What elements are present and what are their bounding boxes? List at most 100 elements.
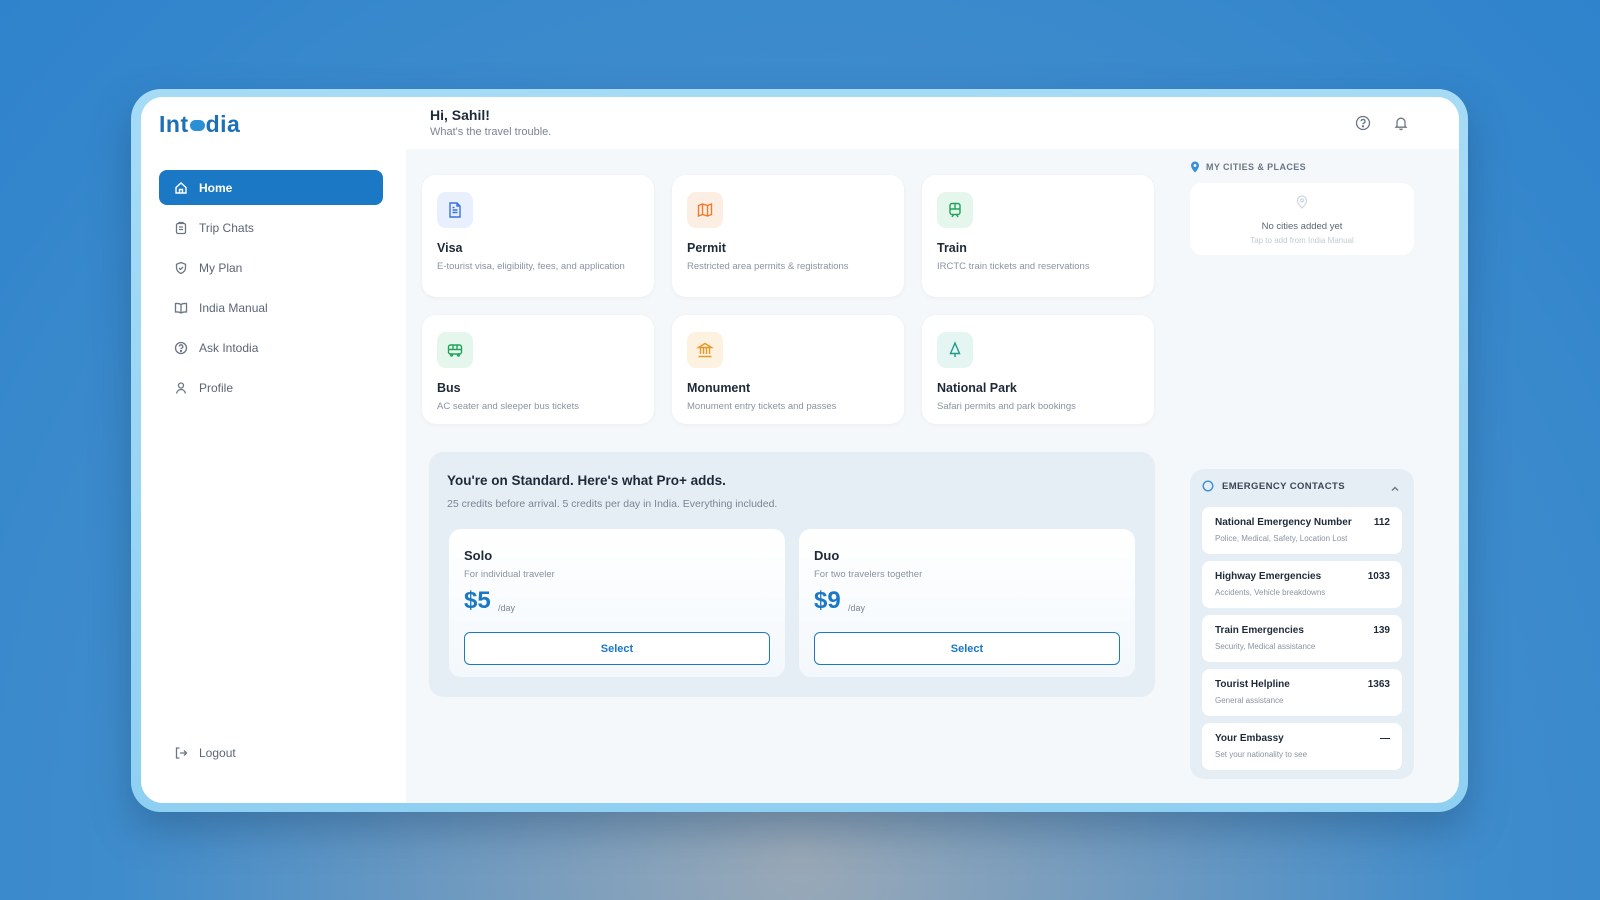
service-card-permit[interactable]: Permit Restricted area permits & registr…: [672, 175, 904, 297]
sidebar-nav: Home Trip Chats My Plan India Manual Ask…: [159, 170, 383, 410]
contact-number: 1033: [1367, 571, 1390, 582]
logo-text-left: Int: [159, 111, 189, 137]
contact-name: Your Embassy: [1215, 733, 1284, 744]
select-solo-button[interactable]: Select: [464, 632, 770, 665]
service-desc: E-tourist visa, eligibility, fees, and a…: [437, 261, 625, 272]
map-icon: [687, 192, 723, 228]
contact-desc: Set your nationality to see: [1215, 750, 1308, 759]
contact-number: 139: [1373, 625, 1390, 636]
sidebar-item-home[interactable]: Home: [159, 170, 383, 205]
cities-empty-hint: Tap to add from India Manual: [1250, 236, 1354, 245]
pro-title: You're on Standard. Here's what Pro+ add…: [447, 473, 726, 488]
plan-per: /day: [498, 603, 516, 613]
logout-label: Logout: [199, 746, 236, 760]
service-card-national-park[interactable]: National Park Safari permits and park bo…: [922, 315, 1154, 424]
contact-train-emergencies[interactable]: Train Emergencies 139 Security, Medical …: [1202, 615, 1402, 662]
home-icon: [173, 180, 189, 196]
question-icon: [173, 340, 189, 356]
logo-text-right: dia: [205, 111, 241, 137]
plan-name: Duo: [814, 548, 840, 563]
contact-number: 1363: [1367, 679, 1390, 690]
contact-your-embassy[interactable]: Your Embassy — Set your nationality to s…: [1202, 723, 1402, 770]
app-window: Int dia Home Trip Chats My Plan India Ma…: [141, 97, 1459, 803]
contact-desc: Police, Medical, Safety, Location Lost: [1215, 534, 1348, 543]
select-duo-button[interactable]: Select: [814, 632, 1120, 665]
top-header: Hi, Sahil! What's the travel trouble.: [406, 97, 1459, 149]
contact-highway-emergencies[interactable]: Highway Emergencies 1033 Accidents, Vehi…: [1202, 561, 1402, 608]
emergency-heading[interactable]: EMERGENCY CONTACTS: [1202, 480, 1345, 492]
service-title: Train: [937, 241, 967, 255]
cities-heading: MY CITIES & PLACES: [1190, 161, 1306, 173]
sidebar-item-trip-chats[interactable]: Trip Chats: [159, 210, 383, 245]
logout-icon: [173, 745, 189, 761]
contact-name: Highway Emergencies: [1215, 571, 1322, 582]
sidebar-item-my-plan[interactable]: My Plan: [159, 250, 383, 285]
service-title: Visa: [437, 241, 463, 255]
contact-name: Train Emergencies: [1215, 625, 1304, 636]
logout-button[interactable]: Logout: [173, 745, 236, 761]
greeting-title: Hi, Sahil!: [430, 107, 490, 123]
service-title: Bus: [437, 381, 461, 395]
sidebar-item-label: My Plan: [199, 260, 243, 275]
contact-tourist-helpline[interactable]: Tourist Helpline 1363 General assistance: [1202, 669, 1402, 716]
sidebar-item-india-manual[interactable]: India Manual: [159, 290, 383, 325]
service-card-visa[interactable]: Visa E-tourist visa, eligibility, fees, …: [422, 175, 654, 297]
sidebar: Int dia Home Trip Chats My Plan India Ma…: [141, 97, 406, 803]
user-icon: [173, 380, 189, 396]
plan-price: $9: [814, 587, 841, 614]
plan-price: $5: [464, 587, 491, 614]
contact-number: 112: [1373, 517, 1390, 528]
sidebar-item-profile[interactable]: Profile: [159, 370, 383, 405]
logo-dot-icon: [189, 120, 205, 131]
bell-icon[interactable]: [1391, 113, 1411, 133]
service-desc: Monument entry tickets and passes: [687, 401, 837, 412]
emergency-circle-icon: [1202, 480, 1214, 492]
app-logo[interactable]: Int dia: [159, 111, 240, 138]
plan-desc: For individual traveler: [464, 569, 555, 580]
service-title: Monument: [687, 381, 751, 395]
contact-name: Tourist Helpline: [1215, 679, 1290, 690]
service-title: National Park: [937, 381, 1017, 395]
service-card-train[interactable]: Train IRCTC train tickets and reservatio…: [922, 175, 1154, 297]
contact-desc: Security, Medical assistance: [1215, 642, 1316, 651]
emergency-heading-label: EMERGENCY CONTACTS: [1222, 480, 1345, 492]
train-icon: [937, 192, 973, 228]
contact-desc: Accidents, Vehicle breakdowns: [1215, 588, 1326, 597]
service-card-bus[interactable]: Bus AC seater and sleeper bus tickets: [422, 315, 654, 424]
cities-empty-state[interactable]: No cities added yet Tap to add from Indi…: [1190, 183, 1414, 255]
contact-number: —: [1380, 733, 1390, 744]
plan-desc: For two travelers together: [814, 569, 923, 580]
sidebar-item-label: Profile: [199, 380, 234, 395]
shield-icon: [173, 260, 189, 276]
sidebar-item-label: Ask Intodia: [199, 340, 259, 355]
plan-card-solo: Solo For individual traveler $5 /day Sel…: [449, 529, 785, 677]
contact-national-emergency[interactable]: National Emergency Number 112 Police, Me…: [1202, 507, 1402, 554]
plan-name: Solo: [464, 548, 493, 563]
location-pin-icon: [1190, 161, 1200, 173]
sidebar-item-label: Trip Chats: [199, 220, 254, 235]
contact-name: National Emergency Number: [1215, 517, 1352, 528]
chevron-up-icon[interactable]: [1390, 481, 1400, 499]
plan-per: /day: [848, 603, 866, 613]
service-desc: Restricted area permits & registrations: [687, 261, 849, 272]
location-pin-icon: [1296, 195, 1308, 214]
book-icon: [173, 300, 189, 316]
service-title: Permit: [687, 241, 726, 255]
sidebar-item-ask-intodia[interactable]: Ask Intodia: [159, 330, 383, 365]
emergency-contacts-panel: EMERGENCY CONTACTS National Emergency Nu…: [1190, 469, 1414, 779]
service-card-monument[interactable]: Monument Monument entry tickets and pass…: [672, 315, 904, 424]
help-icon[interactable]: [1353, 113, 1373, 133]
service-desc: AC seater and sleeper bus tickets: [437, 401, 580, 412]
cities-heading-label: MY CITIES & PLACES: [1206, 162, 1307, 172]
sidebar-item-label: India Manual: [199, 300, 268, 315]
clipboard-icon: [173, 220, 189, 236]
greeting-subtitle: What's the travel trouble.: [430, 126, 552, 138]
service-desc: IRCTC train tickets and reservations: [937, 261, 1090, 272]
cities-empty-title: No cities added yet: [1261, 221, 1343, 232]
landmark-icon: [687, 332, 723, 368]
document-icon: [437, 192, 473, 228]
sidebar-item-label: Home: [199, 180, 233, 195]
service-desc: Safari permits and park bookings: [937, 401, 1076, 412]
plan-card-duo: Duo For two travelers together $9 /day S…: [799, 529, 1135, 677]
pro-upsell-panel: You're on Standard. Here's what Pro+ add…: [429, 452, 1155, 697]
